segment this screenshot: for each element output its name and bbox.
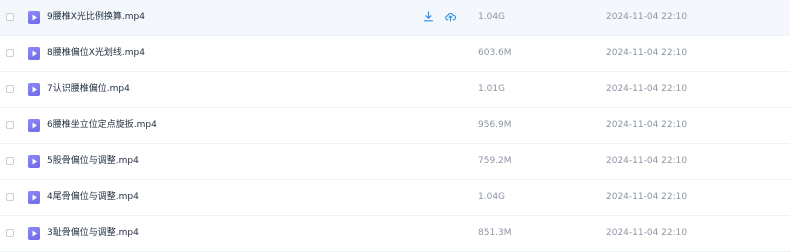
row-checkbox[interactable] bbox=[6, 85, 14, 93]
row-checkbox[interactable] bbox=[6, 13, 14, 21]
file-row[interactable]: 8腰椎偏位X光划线.mp4 603.6M 2024-11-04 22:10 bbox=[0, 36, 790, 72]
file-date: 2024-11-04 22:10 bbox=[606, 12, 688, 22]
file-row[interactable]: 6腰椎坐立位定点旋扳.mp4 956.9M 2024-11-04 22:10 bbox=[0, 108, 790, 144]
file-date: 2024-11-04 22:10 bbox=[606, 228, 688, 238]
file-date: 2024-11-04 22:10 bbox=[606, 156, 688, 166]
file-date: 2024-11-04 22:10 bbox=[606, 120, 688, 130]
file-date: 2024-11-04 22:10 bbox=[606, 48, 688, 58]
row-checkbox[interactable] bbox=[6, 229, 14, 237]
video-file-icon bbox=[28, 119, 40, 132]
file-name[interactable]: 8腰椎偏位X光划线.mp4 bbox=[47, 48, 145, 59]
video-file-icon bbox=[28, 227, 40, 240]
row-checkbox[interactable] bbox=[6, 193, 14, 201]
video-file-icon bbox=[28, 47, 40, 60]
file-name[interactable]: 5股骨偏位与调整.mp4 bbox=[47, 156, 139, 167]
file-name[interactable]: 3耻骨偏位与调整.mp4 bbox=[47, 228, 139, 239]
file-name[interactable]: 9腰椎X光比例换算.mp4 bbox=[47, 12, 145, 23]
cloud-upload-icon[interactable] bbox=[445, 11, 457, 22]
file-date: 2024-11-04 22:10 bbox=[606, 84, 688, 94]
row-checkbox[interactable] bbox=[6, 49, 14, 57]
file-size: 1.01G bbox=[478, 84, 506, 94]
file-name[interactable]: 4尾骨偏位与调整.mp4 bbox=[47, 192, 139, 203]
file-row[interactable]: 7认识腰椎偏位.mp4 1.01G 2024-11-04 22:10 bbox=[0, 72, 790, 108]
file-row[interactable]: 5股骨偏位与调整.mp4 759.2M 2024-11-04 22:10 bbox=[0, 144, 790, 180]
row-checkbox[interactable] bbox=[6, 121, 14, 129]
file-name[interactable]: 7认识腰椎偏位.mp4 bbox=[47, 84, 130, 95]
file-size: 956.9M bbox=[478, 120, 512, 130]
file-size: 851.3M bbox=[478, 228, 512, 238]
file-size: 1.04G bbox=[478, 12, 506, 22]
video-file-icon bbox=[28, 191, 40, 204]
file-date: 2024-11-04 22:10 bbox=[606, 192, 688, 202]
file-size: 1.04G bbox=[478, 192, 506, 202]
file-row[interactable]: 4尾骨偏位与调整.mp4 1.04G 2024-11-04 22:10 bbox=[0, 180, 790, 216]
file-row[interactable]: 9腰椎X光比例换算.mp4 1.04G 2024-11-04 22:10 bbox=[0, 0, 790, 36]
file-name[interactable]: 6腰椎坐立位定点旋扳.mp4 bbox=[47, 120, 157, 131]
video-file-icon bbox=[28, 83, 40, 96]
file-row[interactable]: 3耻骨偏位与调整.mp4 851.3M 2024-11-04 22:10 bbox=[0, 216, 790, 252]
row-checkbox[interactable] bbox=[6, 157, 14, 165]
video-file-icon bbox=[28, 11, 40, 24]
file-size: 603.6M bbox=[478, 48, 512, 58]
file-size: 759.2M bbox=[478, 156, 512, 166]
file-list: 9腰椎X光比例换算.mp4 1.04G 2024-11-04 22:10 8腰椎… bbox=[0, 0, 790, 252]
video-file-icon bbox=[28, 155, 40, 168]
download-icon[interactable] bbox=[423, 11, 434, 22]
